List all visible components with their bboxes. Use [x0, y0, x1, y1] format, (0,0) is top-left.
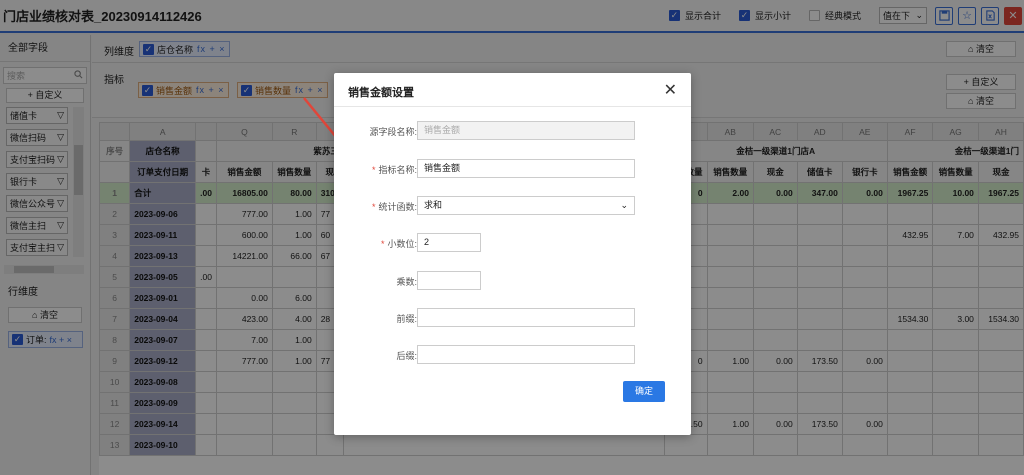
metric-settings-dialog: 销售金额设置 ✕ 源字段名称: 销售金额 * 指标名称: 销售金额 * 统计函数: … [334, 73, 691, 435]
confirm-button[interactable]: 确定 [623, 381, 665, 402]
prefix-label: 前缀: [396, 314, 417, 324]
required-mark: * [380, 239, 385, 249]
dialog-header: 销售金额设置 ✕ [334, 73, 691, 107]
aggregate-function-label: * 统计函数: [371, 202, 417, 212]
metric-name-label: * 指标名称: [371, 165, 417, 175]
multiplier-label: 乘数: [396, 277, 417, 287]
required-mark: * [371, 165, 376, 175]
decimal-places-input[interactable]: 2 [417, 233, 481, 252]
prefix-input[interactable] [417, 308, 635, 327]
metric-name-row: * 指标名称: 销售金额 [334, 159, 691, 179]
suffix-row: 后缀: [334, 345, 691, 365]
aggregate-function-value: 求和 [424, 200, 443, 210]
close-icon[interactable]: ✕ [664, 80, 677, 100]
suffix-input[interactable] [417, 345, 635, 364]
suffix-label: 后缀: [396, 351, 417, 361]
multiplier-input[interactable] [417, 271, 481, 290]
decimal-places-row: * 小数位: 2 [334, 233, 691, 253]
required-mark: * [371, 202, 376, 212]
source-field-row: 源字段名称: 销售金额 [334, 121, 691, 141]
prefix-row: 前缀: [334, 308, 691, 328]
multiplier-row: 乘数: [334, 271, 691, 291]
source-field-label: 源字段名称: [369, 127, 417, 137]
chevron-down-icon: ⌄ [620, 200, 628, 210]
decimal-places-label: * 小数位: [380, 239, 417, 249]
aggregate-function-select[interactable]: 求和 ⌄ [417, 196, 635, 215]
metric-name-input[interactable]: 销售金额 [417, 159, 635, 178]
source-field-input: 销售金额 [417, 121, 635, 140]
aggregate-function-row: * 统计函数: 求和 ⌄ [334, 196, 691, 216]
dialog-title: 销售金额设置 [348, 87, 414, 99]
